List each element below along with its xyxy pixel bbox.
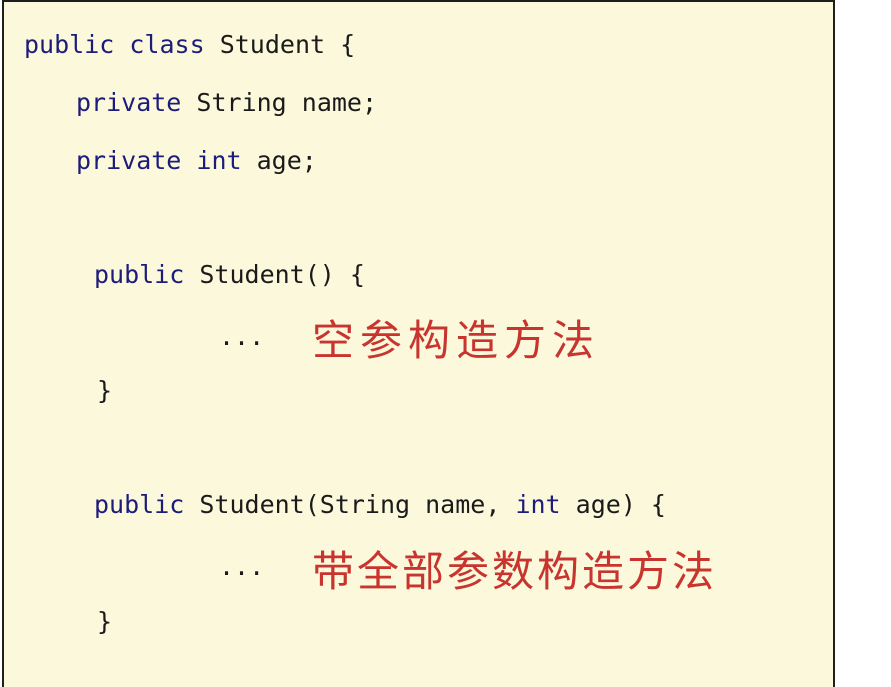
class-name: Student { — [204, 30, 356, 59]
field-age-decl: age; — [241, 146, 317, 175]
full-constructor-signature: public Student(String name, int age) { — [94, 490, 666, 520]
keyword-class: class — [129, 30, 205, 59]
code-panel: public class Student { private String na… — [2, 0, 835, 687]
full-constructor-close: } — [97, 607, 113, 636]
constructor-name: Student() { — [184, 260, 365, 289]
class-declaration-line: public class Student { — [24, 30, 355, 60]
empty-constructor-annotation: 空参构造方法 — [312, 316, 601, 365]
full-constructor-body: ... — [219, 552, 265, 581]
keyword-public: public — [24, 30, 115, 59]
constructor-params: Student(String name, — [184, 490, 516, 519]
slide: public class Student { private String na… — [0, 0, 891, 687]
keyword-private: private — [76, 146, 182, 175]
constructor-params-rest: age) { — [560, 490, 666, 519]
keyword-public: public — [94, 260, 185, 289]
keyword-public: public — [94, 490, 185, 519]
keyword-private: private — [76, 88, 182, 117]
field-name-line: private String name; — [76, 88, 377, 118]
empty-constructor-body: ... — [219, 322, 265, 351]
full-constructor-annotation: 带全部参数构造方法 — [312, 547, 718, 596]
empty-constructor-close: } — [97, 376, 113, 405]
keyword-int: int — [515, 490, 561, 519]
field-name-decl: String name; — [181, 88, 378, 117]
keyword-int: int — [196, 146, 242, 175]
field-age-line: private int age; — [76, 146, 317, 176]
empty-constructor-signature: public Student() { — [94, 260, 365, 290]
